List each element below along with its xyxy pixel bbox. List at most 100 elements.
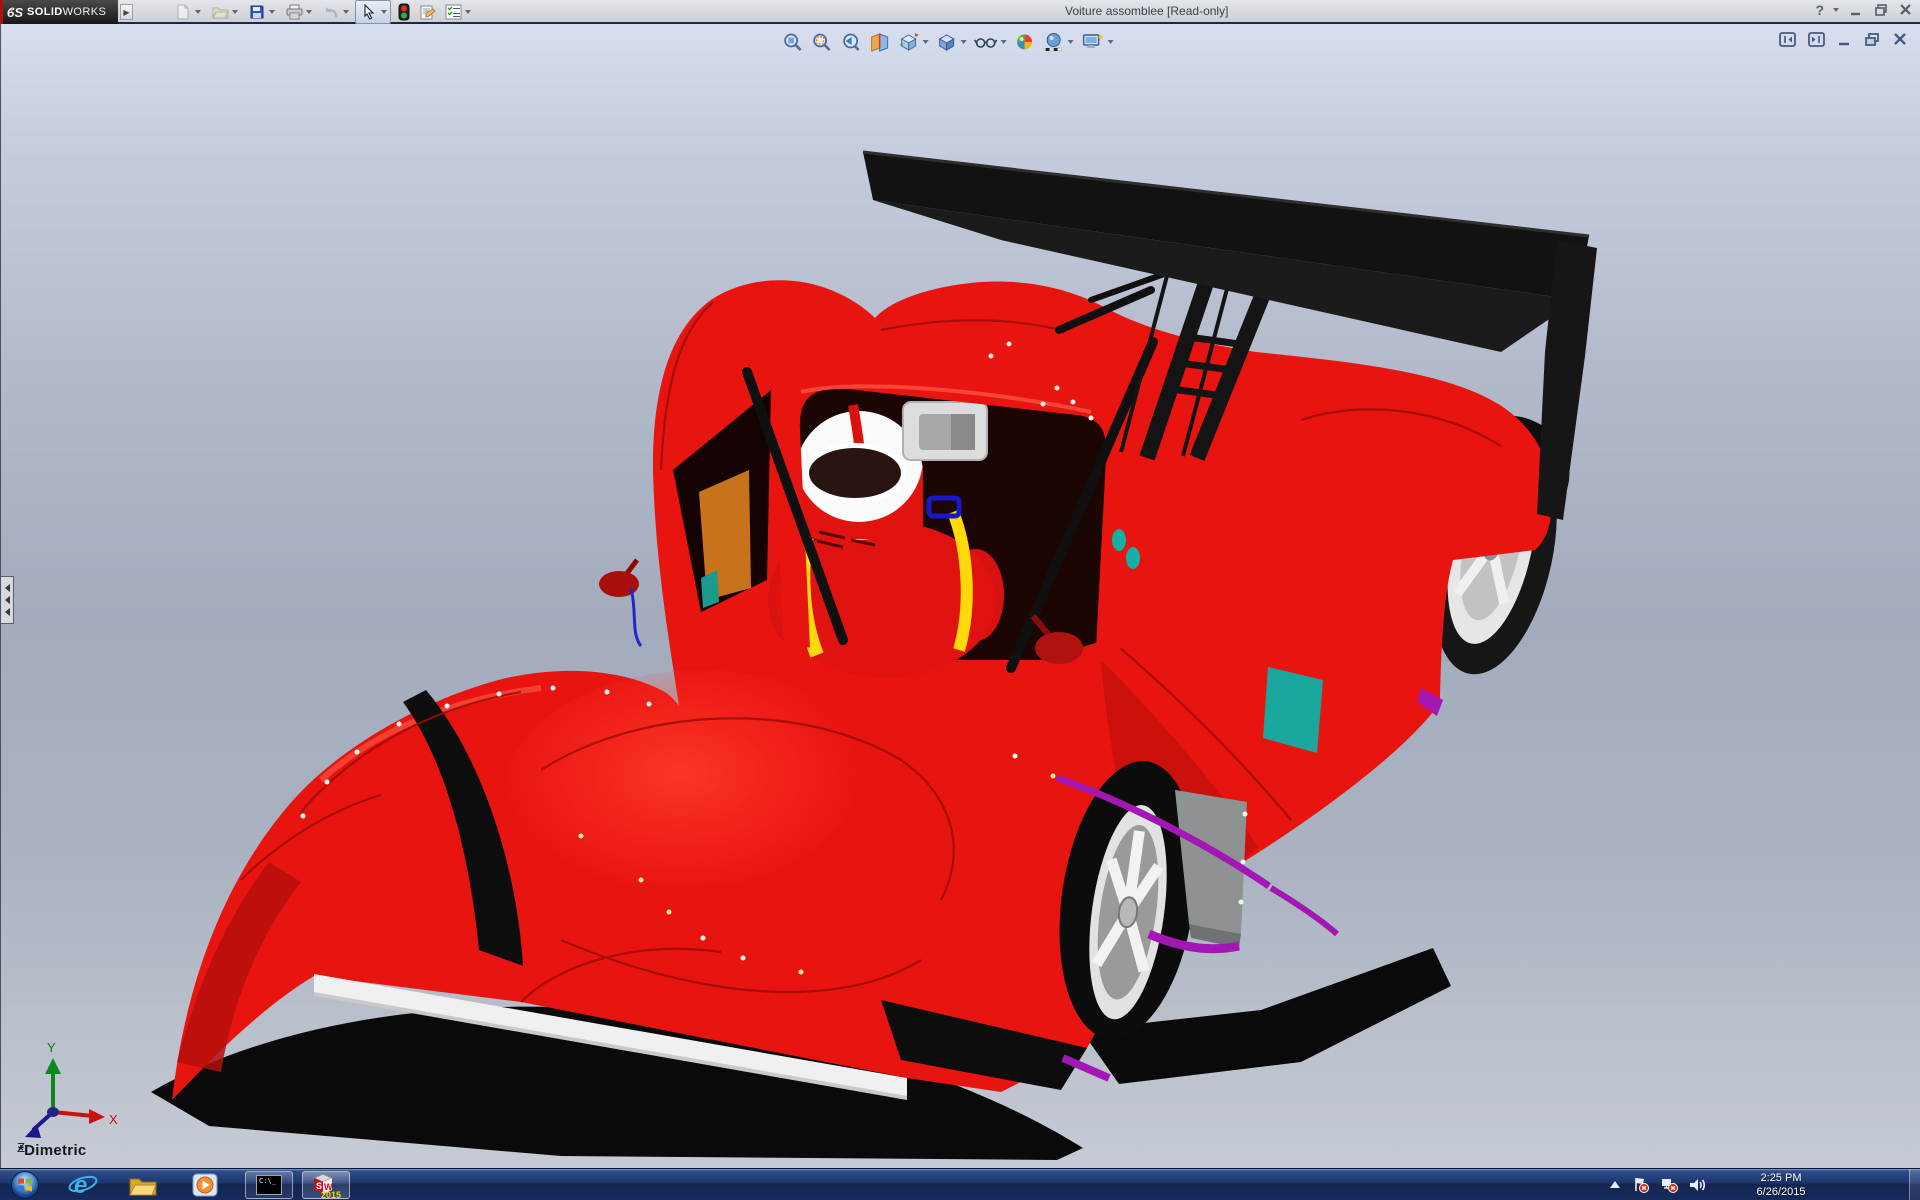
save-floppy-icon xyxy=(247,2,267,22)
solidworks-logo-text: SOLIDWORKS xyxy=(27,6,106,18)
zoom-to-area-button[interactable] xyxy=(809,30,833,54)
restore-button[interactable] xyxy=(1873,2,1889,18)
help-dropdown-caret[interactable] xyxy=(1833,8,1839,12)
internet-explorer-icon: e xyxy=(67,1171,99,1199)
taskbar-clock[interactable]: 2:25 PM 6/26/2015 xyxy=(1720,1171,1842,1199)
teal-accent-1 xyxy=(1112,529,1126,551)
display-style-button[interactable] xyxy=(934,30,967,54)
heads-up-view-toolbar xyxy=(780,30,1114,54)
taskbar-media-player[interactable] xyxy=(188,1171,222,1199)
minimize-button[interactable] xyxy=(1848,2,1864,18)
rear-view-mirror[interactable] xyxy=(903,402,987,460)
view-settings-icon xyxy=(1080,31,1104,53)
pane-arrow-icon xyxy=(5,608,10,616)
clock-date: 6/26/2015 xyxy=(1720,1185,1842,1199)
apply-scene-caret[interactable] xyxy=(1067,40,1073,44)
taskbar-windows-explorer[interactable] xyxy=(126,1171,160,1199)
view-orientation-button[interactable] xyxy=(896,30,929,54)
view-settings-caret[interactable] xyxy=(1107,40,1113,44)
action-center-icon[interactable] xyxy=(1632,1176,1650,1194)
clock-time: 2:25 PM xyxy=(1720,1171,1842,1185)
pane-arrow-icon xyxy=(5,584,10,592)
nose-highlight xyxy=(501,670,901,930)
view-orientation-label: *Dimetric xyxy=(18,1142,87,1159)
app-titlebar: ϐS SOLIDWORKS ▶ xyxy=(0,0,1920,24)
taskbar-solidworks-2015[interactable]: S W 2015 xyxy=(302,1171,350,1199)
previous-view-button[interactable] xyxy=(838,30,862,54)
select-dropdown-caret[interactable] xyxy=(381,10,387,14)
section-view-icon xyxy=(868,31,890,53)
new-document-icon xyxy=(173,2,193,22)
collapse-left-pane-button[interactable] xyxy=(1779,32,1796,47)
standard-toolbar xyxy=(170,0,474,24)
taskbar-internet-explorer[interactable]: e xyxy=(66,1171,100,1199)
rebuild-button[interactable] xyxy=(394,2,414,22)
help-button[interactable]: ? xyxy=(1815,2,1824,18)
solidworks-screen: ϐS SOLIDWORKS ▶ xyxy=(0,0,1920,1200)
brand-works: WORKS xyxy=(63,6,107,18)
options-dropdown-caret[interactable] xyxy=(465,10,471,14)
brand-solid: SOLID xyxy=(27,6,63,18)
select-button[interactable] xyxy=(355,0,391,24)
teal-side-patch xyxy=(1263,667,1323,753)
feature-manager-collapsed-tab[interactable] xyxy=(1,576,14,624)
display-style-icon xyxy=(935,31,957,53)
print-button[interactable] xyxy=(281,1,315,23)
network-status-icon[interactable] xyxy=(1660,1176,1678,1194)
apply-scene-button[interactable] xyxy=(1041,30,1074,54)
save-dropdown-caret[interactable] xyxy=(269,10,275,14)
select-cursor-icon xyxy=(359,2,379,22)
taskbar-command-prompt[interactable]: C:\_ xyxy=(245,1171,293,1199)
view-orientation-caret[interactable] xyxy=(922,40,928,44)
restore-document-button[interactable] xyxy=(1864,32,1881,47)
solidworks-logo: ϐS SOLIDWORKS xyxy=(0,0,118,24)
triad-x-label: X xyxy=(109,1112,118,1127)
hide-show-items-button[interactable] xyxy=(972,30,1007,54)
show-desktop-button[interactable] xyxy=(1909,1169,1920,1200)
undo-button[interactable] xyxy=(318,1,352,23)
windows-taskbar: e C:\_ S W xyxy=(0,1168,1920,1200)
solidworks-logo-icon: ϐS xyxy=(7,5,23,20)
show-hidden-icons-button[interactable] xyxy=(1608,1179,1622,1191)
new-dropdown-caret[interactable] xyxy=(195,10,201,14)
triad-y-label: Y xyxy=(47,1040,56,1055)
file-properties-button[interactable] xyxy=(417,2,437,22)
new-button[interactable] xyxy=(170,1,204,23)
windows-orb-icon xyxy=(10,1170,40,1200)
expand-right-pane-button[interactable] xyxy=(1808,32,1825,47)
undo-icon xyxy=(321,2,341,22)
start-button[interactable] xyxy=(10,1170,40,1200)
zoom-to-fit-icon xyxy=(781,31,803,53)
undo-dropdown-caret[interactable] xyxy=(343,10,349,14)
open-button[interactable] xyxy=(207,1,241,23)
open-dropdown-caret[interactable] xyxy=(232,10,238,14)
race-car-model[interactable]: Y X Z xyxy=(1,24,1920,1168)
view-orientation-icon xyxy=(897,31,919,53)
command-prompt-icon: C:\_ xyxy=(256,1175,282,1195)
view-settings-button[interactable] xyxy=(1079,30,1114,54)
graphics-viewport[interactable]: Y X Z xyxy=(0,24,1920,1168)
close-button[interactable] xyxy=(1898,2,1914,18)
options-icon xyxy=(443,2,463,22)
pane-arrow-icon xyxy=(5,596,10,604)
zoom-to-fit-button[interactable] xyxy=(780,30,804,54)
helmet-stripe xyxy=(853,405,859,444)
apply-scene-icon xyxy=(1042,31,1064,53)
hide-show-items-caret[interactable] xyxy=(1000,40,1006,44)
window-title: Voiture assomblee [Read-only] xyxy=(1065,4,1228,18)
options-button[interactable] xyxy=(440,1,474,23)
edit-appearance-button[interactable] xyxy=(1012,30,1036,54)
window-controls: ? xyxy=(1815,2,1914,18)
teal-accent-2 xyxy=(1126,547,1140,569)
volume-icon[interactable] xyxy=(1688,1177,1708,1193)
minimize-document-button[interactable] xyxy=(1837,32,1852,47)
close-document-button[interactable] xyxy=(1893,32,1908,47)
menu-expander-button[interactable]: ▶ xyxy=(120,4,133,20)
section-view-button[interactable] xyxy=(867,30,891,54)
ie-letter: e xyxy=(74,1172,87,1199)
appearance-sphere-icon xyxy=(1013,31,1035,53)
document-window-controls xyxy=(1779,32,1908,47)
save-button[interactable] xyxy=(244,1,278,23)
print-dropdown-caret[interactable] xyxy=(306,10,312,14)
display-style-caret[interactable] xyxy=(960,40,966,44)
